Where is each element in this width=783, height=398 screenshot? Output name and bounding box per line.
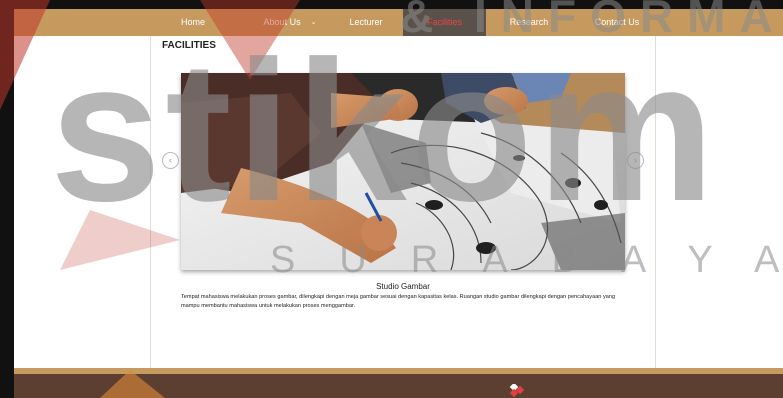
slider-next-button[interactable]: › bbox=[627, 152, 644, 169]
nav-research-label: Research bbox=[509, 17, 549, 27]
studio-drawing-photo bbox=[181, 73, 625, 270]
stikom-logo-icon bbox=[509, 384, 525, 398]
chevron-down-icon: ⌄ bbox=[310, 19, 317, 26]
nav-facilities-label: Facilities bbox=[426, 17, 462, 27]
nav-contact-us-label: Contact Us bbox=[594, 17, 640, 27]
nav-lecturer[interactable]: Lecturer bbox=[334, 9, 398, 36]
slide-caption-title: Studio Gambar bbox=[376, 282, 430, 291]
window-left-border bbox=[0, 0, 14, 398]
nav-about-us-label: About Us bbox=[263, 17, 301, 27]
nav-research[interactable]: Research bbox=[497, 9, 561, 36]
nav-home[interactable]: Home bbox=[166, 9, 220, 36]
window-top-border bbox=[0, 0, 783, 9]
slide-caption-description: Tempat mahasiswa melakukan proses gambar… bbox=[181, 294, 616, 309]
nav-contact-us[interactable]: Contact Us bbox=[582, 9, 652, 36]
nav-home-label: Home bbox=[180, 17, 205, 27]
slider-prev-button[interactable]: ‹ bbox=[162, 152, 179, 169]
nav-about-us[interactable]: About Us ⌄ bbox=[250, 9, 330, 36]
nav-lecturer-label: Lecturer bbox=[349, 17, 383, 27]
chevron-left-icon: ‹ bbox=[169, 155, 172, 165]
main-navbar: Home About Us ⌄ Lecturer Facilities Resea… bbox=[14, 9, 783, 36]
page-title: FACILITIES bbox=[162, 40, 216, 51]
content-panel: FACILITIES ‹ › Studio Gambar Tempat maha… bbox=[150, 36, 656, 368]
chevron-right-icon: › bbox=[634, 155, 637, 165]
nav-facilities[interactable]: Facilities bbox=[403, 9, 486, 36]
facility-image-slider[interactable] bbox=[181, 73, 625, 270]
footer bbox=[14, 374, 783, 398]
